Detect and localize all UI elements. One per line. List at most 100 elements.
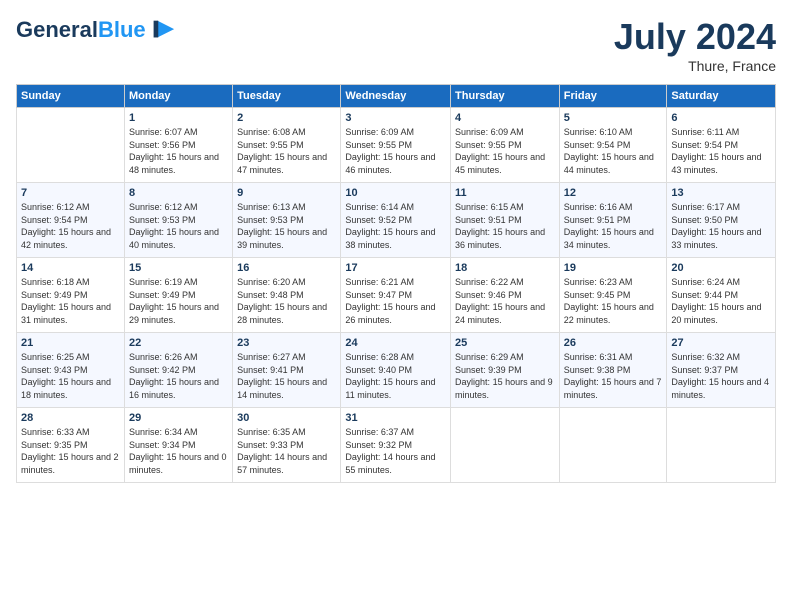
day-info: Sunrise: 6:29 AMSunset: 9:39 PMDaylight:… <box>455 351 555 401</box>
day-number: 17 <box>345 262 446 274</box>
day-number: 15 <box>129 262 228 274</box>
day-info: Sunrise: 6:12 AMSunset: 9:53 PMDaylight:… <box>129 201 228 251</box>
day-cell: 2 Sunrise: 6:08 AMSunset: 9:55 PMDayligh… <box>233 108 341 183</box>
day-cell: 17 Sunrise: 6:21 AMSunset: 9:47 PMDaylig… <box>341 258 451 333</box>
day-info: Sunrise: 6:25 AMSunset: 9:43 PMDaylight:… <box>21 351 120 401</box>
day-info: Sunrise: 6:21 AMSunset: 9:47 PMDaylight:… <box>345 276 446 326</box>
day-number: 6 <box>671 112 771 124</box>
header-cell-friday: Friday <box>559 85 667 108</box>
day-cell: 1 Sunrise: 6:07 AMSunset: 9:56 PMDayligh… <box>124 108 232 183</box>
day-number: 27 <box>671 337 771 349</box>
day-info: Sunrise: 6:10 AMSunset: 9:54 PMDaylight:… <box>564 126 663 176</box>
day-number: 13 <box>671 187 771 199</box>
header-cell-monday: Monday <box>124 85 232 108</box>
day-info: Sunrise: 6:27 AMSunset: 9:41 PMDaylight:… <box>237 351 336 401</box>
day-number: 21 <box>21 337 120 349</box>
day-info: Sunrise: 6:12 AMSunset: 9:54 PMDaylight:… <box>21 201 120 251</box>
day-cell: 31 Sunrise: 6:37 AMSunset: 9:32 PMDaylig… <box>341 408 451 483</box>
day-number: 10 <box>345 187 446 199</box>
day-cell: 20 Sunrise: 6:24 AMSunset: 9:44 PMDaylig… <box>667 258 776 333</box>
day-info: Sunrise: 6:32 AMSunset: 9:37 PMDaylight:… <box>671 351 771 401</box>
day-number: 4 <box>455 112 555 124</box>
header-cell-thursday: Thursday <box>451 85 560 108</box>
day-number: 9 <box>237 187 336 199</box>
day-cell: 27 Sunrise: 6:32 AMSunset: 9:37 PMDaylig… <box>667 333 776 408</box>
day-info: Sunrise: 6:17 AMSunset: 9:50 PMDaylight:… <box>671 201 771 251</box>
day-info: Sunrise: 6:14 AMSunset: 9:52 PMDaylight:… <box>345 201 446 251</box>
day-cell: 24 Sunrise: 6:28 AMSunset: 9:40 PMDaylig… <box>341 333 451 408</box>
day-cell: 12 Sunrise: 6:16 AMSunset: 9:51 PMDaylig… <box>559 183 667 258</box>
week-row-4: 21 Sunrise: 6:25 AMSunset: 9:43 PMDaylig… <box>17 333 776 408</box>
day-number: 11 <box>455 187 555 199</box>
day-cell: 28 Sunrise: 6:33 AMSunset: 9:35 PMDaylig… <box>17 408 125 483</box>
logo: GeneralBlue <box>16 16 176 44</box>
day-cell: 7 Sunrise: 6:12 AMSunset: 9:54 PMDayligh… <box>17 183 125 258</box>
week-row-3: 14 Sunrise: 6:18 AMSunset: 9:49 PMDaylig… <box>17 258 776 333</box>
day-number: 2 <box>237 112 336 124</box>
day-info: Sunrise: 6:13 AMSunset: 9:53 PMDaylight:… <box>237 201 336 251</box>
week-row-2: 7 Sunrise: 6:12 AMSunset: 9:54 PMDayligh… <box>17 183 776 258</box>
day-number: 20 <box>671 262 771 274</box>
day-number: 28 <box>21 412 120 424</box>
day-info: Sunrise: 6:15 AMSunset: 9:51 PMDaylight:… <box>455 201 555 251</box>
day-info: Sunrise: 6:31 AMSunset: 9:38 PMDaylight:… <box>564 351 663 401</box>
day-info: Sunrise: 6:08 AMSunset: 9:55 PMDaylight:… <box>237 126 336 176</box>
day-info: Sunrise: 6:18 AMSunset: 9:49 PMDaylight:… <box>21 276 120 326</box>
day-cell: 14 Sunrise: 6:18 AMSunset: 9:49 PMDaylig… <box>17 258 125 333</box>
day-info: Sunrise: 6:37 AMSunset: 9:32 PMDaylight:… <box>345 426 446 476</box>
day-info: Sunrise: 6:22 AMSunset: 9:46 PMDaylight:… <box>455 276 555 326</box>
day-number: 5 <box>564 112 663 124</box>
day-info: Sunrise: 6:20 AMSunset: 9:48 PMDaylight:… <box>237 276 336 326</box>
week-row-5: 28 Sunrise: 6:33 AMSunset: 9:35 PMDaylig… <box>17 408 776 483</box>
day-number: 25 <box>455 337 555 349</box>
day-number: 19 <box>564 262 663 274</box>
day-cell: 21 Sunrise: 6:25 AMSunset: 9:43 PMDaylig… <box>17 333 125 408</box>
day-cell <box>17 108 125 183</box>
header-row: SundayMondayTuesdayWednesdayThursdayFrid… <box>17 85 776 108</box>
day-cell: 6 Sunrise: 6:11 AMSunset: 9:54 PMDayligh… <box>667 108 776 183</box>
day-info: Sunrise: 6:26 AMSunset: 9:42 PMDaylight:… <box>129 351 228 401</box>
day-cell: 29 Sunrise: 6:34 AMSunset: 9:34 PMDaylig… <box>124 408 232 483</box>
day-info: Sunrise: 6:09 AMSunset: 9:55 PMDaylight:… <box>345 126 446 176</box>
day-cell: 30 Sunrise: 6:35 AMSunset: 9:33 PMDaylig… <box>233 408 341 483</box>
day-number: 22 <box>129 337 228 349</box>
day-cell: 4 Sunrise: 6:09 AMSunset: 9:55 PMDayligh… <box>451 108 560 183</box>
day-cell: 3 Sunrise: 6:09 AMSunset: 9:55 PMDayligh… <box>341 108 451 183</box>
day-cell: 25 Sunrise: 6:29 AMSunset: 9:39 PMDaylig… <box>451 333 560 408</box>
day-info: Sunrise: 6:09 AMSunset: 9:55 PMDaylight:… <box>455 126 555 176</box>
day-info: Sunrise: 6:33 AMSunset: 9:35 PMDaylight:… <box>21 426 120 476</box>
day-number: 23 <box>237 337 336 349</box>
day-cell: 18 Sunrise: 6:22 AMSunset: 9:46 PMDaylig… <box>451 258 560 333</box>
day-cell: 10 Sunrise: 6:14 AMSunset: 9:52 PMDaylig… <box>341 183 451 258</box>
day-number: 31 <box>345 412 446 424</box>
header-cell-tuesday: Tuesday <box>233 85 341 108</box>
day-cell: 26 Sunrise: 6:31 AMSunset: 9:38 PMDaylig… <box>559 333 667 408</box>
day-cell: 23 Sunrise: 6:27 AMSunset: 9:41 PMDaylig… <box>233 333 341 408</box>
day-number: 24 <box>345 337 446 349</box>
day-info: Sunrise: 6:24 AMSunset: 9:44 PMDaylight:… <box>671 276 771 326</box>
header-cell-saturday: Saturday <box>667 85 776 108</box>
page-container: GeneralBlue July 2024 Thure, France Sund… <box>0 0 792 491</box>
calendar-table: SundayMondayTuesdayWednesdayThursdayFrid… <box>16 84 776 483</box>
day-cell <box>667 408 776 483</box>
day-number: 30 <box>237 412 336 424</box>
logo-text: GeneralBlue <box>16 18 146 42</box>
title-block: July 2024 Thure, France <box>614 16 776 74</box>
day-info: Sunrise: 6:28 AMSunset: 9:40 PMDaylight:… <box>345 351 446 401</box>
location: Thure, France <box>614 58 776 74</box>
day-cell: 19 Sunrise: 6:23 AMSunset: 9:45 PMDaylig… <box>559 258 667 333</box>
day-info: Sunrise: 6:07 AMSunset: 9:56 PMDaylight:… <box>129 126 228 176</box>
day-cell: 9 Sunrise: 6:13 AMSunset: 9:53 PMDayligh… <box>233 183 341 258</box>
day-cell: 8 Sunrise: 6:12 AMSunset: 9:53 PMDayligh… <box>124 183 232 258</box>
day-cell: 13 Sunrise: 6:17 AMSunset: 9:50 PMDaylig… <box>667 183 776 258</box>
day-number: 18 <box>455 262 555 274</box>
day-number: 8 <box>129 187 228 199</box>
day-number: 3 <box>345 112 446 124</box>
day-info: Sunrise: 6:16 AMSunset: 9:51 PMDaylight:… <box>564 201 663 251</box>
day-cell <box>559 408 667 483</box>
day-cell: 5 Sunrise: 6:10 AMSunset: 9:54 PMDayligh… <box>559 108 667 183</box>
day-number: 26 <box>564 337 663 349</box>
day-cell: 15 Sunrise: 6:19 AMSunset: 9:49 PMDaylig… <box>124 258 232 333</box>
day-info: Sunrise: 6:35 AMSunset: 9:33 PMDaylight:… <box>237 426 336 476</box>
header: GeneralBlue July 2024 Thure, France <box>16 16 776 74</box>
